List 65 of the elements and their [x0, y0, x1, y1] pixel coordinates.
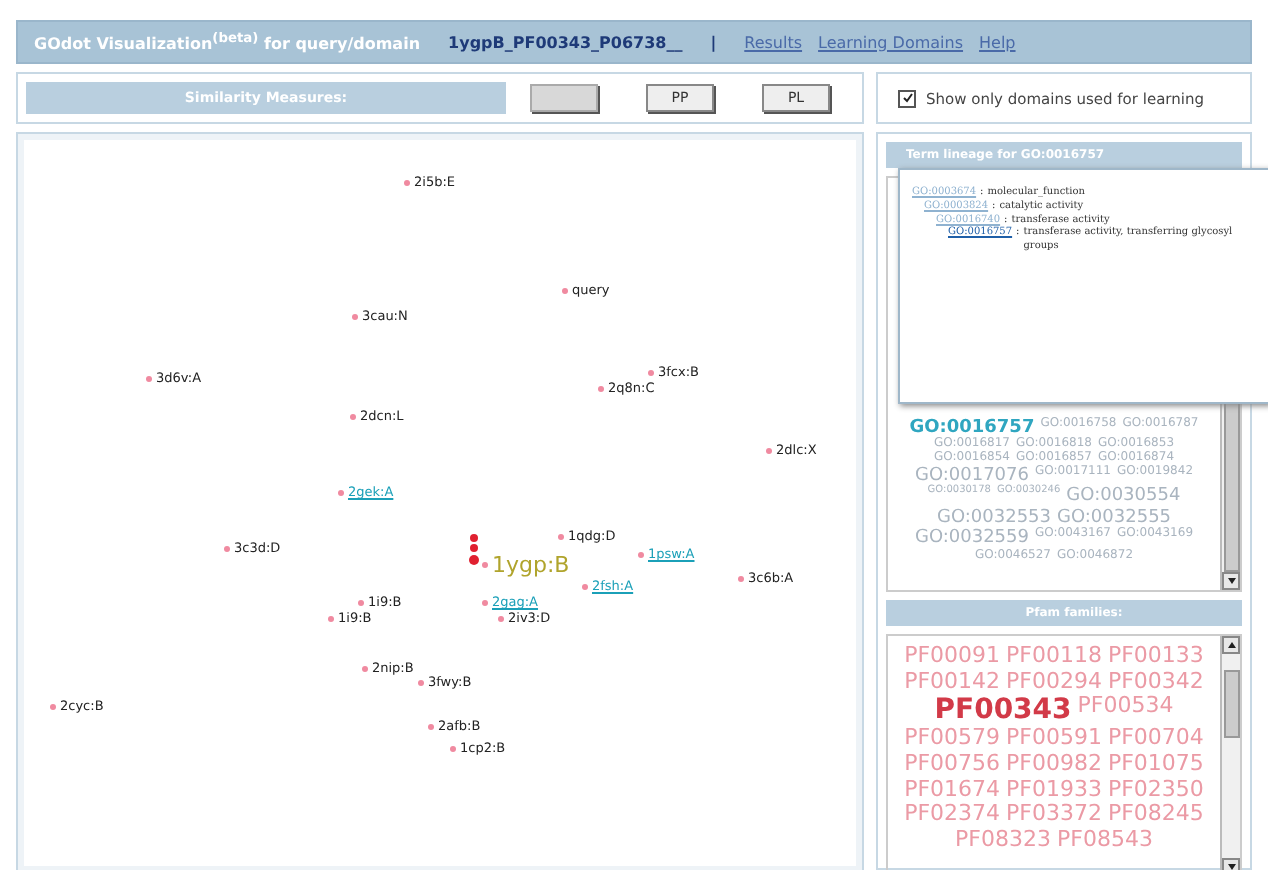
- pfam-family[interactable]: PF00133: [1107, 644, 1204, 670]
- pfam-family[interactable]: PF08323: [955, 827, 1051, 854]
- node-marker-icon: [50, 703, 56, 709]
- pfam-family[interactable]: PF00579: [904, 726, 1001, 753]
- node-marker-icon: [418, 679, 424, 685]
- pfam-family[interactable]: PF08543: [1057, 827, 1153, 854]
- node-marker-icon: [224, 545, 230, 551]
- node-marker-icon: [450, 745, 456, 751]
- node-marker-icon: [562, 287, 568, 293]
- pfam-family[interactable]: PF00591: [1006, 726, 1102, 753]
- scroll-up-icon[interactable]: [1222, 636, 1240, 654]
- node-marker-icon: [482, 599, 488, 605]
- pfam-family[interactable]: PF00118: [1006, 644, 1102, 670]
- pfam-family[interactable]: PF00343: [934, 694, 1072, 727]
- node-marker-icon: [582, 583, 588, 589]
- node-marker-icon: [404, 179, 410, 185]
- pfam-family[interactable]: PF08245: [1107, 802, 1204, 828]
- go-term[interactable]: GO:0030554: [1066, 486, 1181, 508]
- checkbox[interactable]: [898, 89, 916, 107]
- node-marker-icon: [498, 615, 504, 621]
- pfam-family[interactable]: PF00294: [1006, 669, 1102, 695]
- pfam-family[interactable]: PF00756: [904, 752, 1001, 778]
- node-marker-icon: [638, 551, 644, 557]
- node-marker-icon: [738, 575, 744, 581]
- go-term[interactable]: GO:0032559: [914, 528, 1029, 549]
- node-marker-icon: [350, 413, 356, 419]
- node-marker-icon: [598, 385, 604, 391]
- go-term[interactable]: GO:0016757: [909, 418, 1035, 439]
- node-marker-icon: [766, 447, 772, 453]
- scrollbar[interactable]: [1220, 636, 1240, 870]
- node-marker-icon: [482, 562, 488, 568]
- pfam-family[interactable]: PF00534: [1077, 694, 1174, 727]
- pfam-family[interactable]: PF00982: [1006, 752, 1102, 778]
- pfam-family[interactable]: PF01075: [1107, 752, 1204, 778]
- go-term[interactable]: GO:0017076: [914, 466, 1029, 487]
- scroll-down-icon[interactable]: [1222, 572, 1240, 590]
- nav-link[interactable]: Help: [979, 33, 1016, 51]
- go-term[interactable]: GO:0032553: [936, 507, 1051, 529]
- go-term[interactable]: GO:0032555: [1057, 507, 1172, 529]
- pfam-family[interactable]: PF03372: [1006, 802, 1102, 828]
- nav-link[interactable]: Learning Domains: [818, 33, 964, 51]
- node-marker-icon: [358, 599, 364, 605]
- pfam-family[interactable]: PF00142: [904, 669, 1001, 695]
- node-marker-icon: [328, 615, 334, 621]
- page-title: GOdot Visualization$^{(beta)}$ for query/domain: [34, 30, 421, 54]
- node-marker-icon: [648, 369, 654, 375]
- pfam-family[interactable]: PF00342: [1107, 669, 1204, 695]
- node-marker-icon: [338, 489, 344, 495]
- node-label[interactable]: 1ygp:B: [492, 552, 570, 578]
- separator: |: [710, 33, 717, 51]
- node-marker-icon: [146, 375, 152, 381]
- node-marker-icon: [428, 723, 434, 729]
- node-marker-icon: [558, 533, 564, 539]
- cluster-drawing: [468, 532, 480, 568]
- domain-id: 1ygpB_PF00343_P06738__: [448, 33, 683, 51]
- node-marker-icon: [352, 313, 358, 319]
- pfam-family[interactable]: PF02350: [1107, 777, 1204, 803]
- nav-link[interactable]: Results: [744, 33, 803, 51]
- pfam-family[interactable]: PF00091: [904, 644, 1001, 670]
- pfam-family[interactable]: PF01674: [904, 777, 1001, 803]
- pfam-family[interactable]: PF01933: [1006, 777, 1102, 803]
- scroll-thumb[interactable]: [1223, 670, 1239, 738]
- pfam-family[interactable]: PF02374: [904, 802, 1001, 828]
- pfam-family[interactable]: PF00704: [1107, 726, 1204, 753]
- node-marker-icon: [362, 665, 368, 671]
